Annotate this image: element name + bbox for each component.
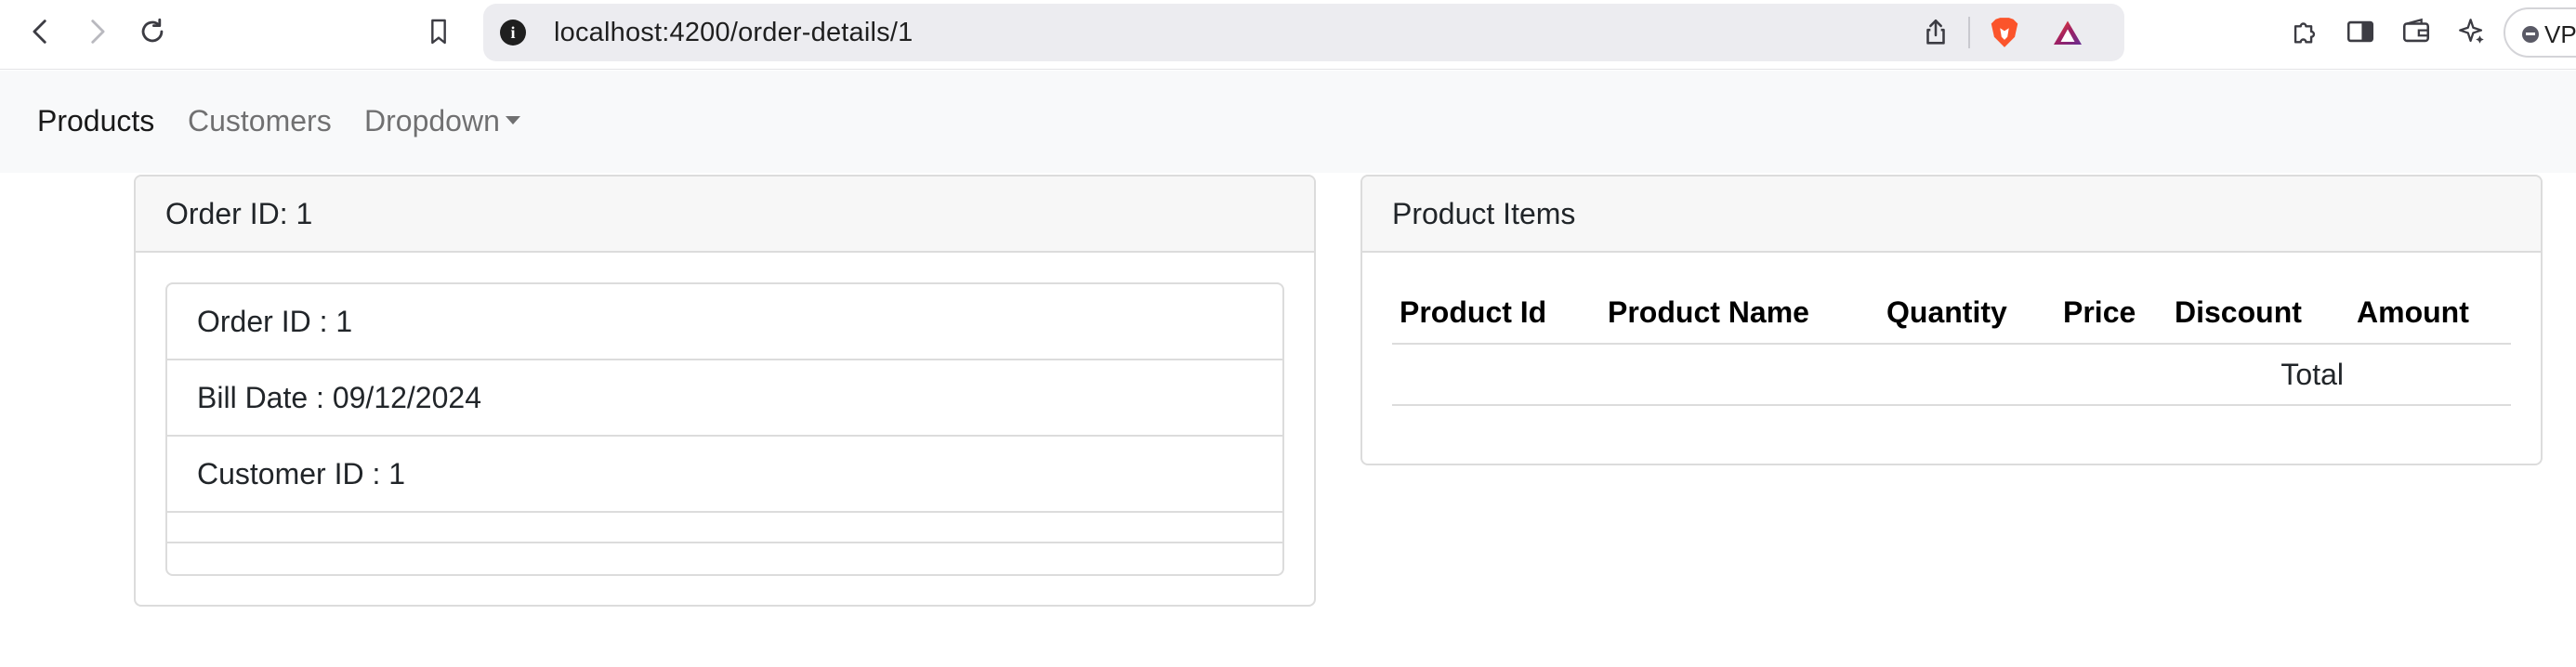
wallet-button[interactable] <box>2396 11 2437 52</box>
vpn-button[interactable]: VPN <box>2504 7 2576 58</box>
extensions-button[interactable] <box>2284 11 2325 52</box>
caret-down-icon <box>505 116 520 125</box>
empty-list-item <box>167 543 1282 574</box>
order-id-item: Order ID : 1 <box>167 284 1282 360</box>
table-cell <box>2056 344 2167 406</box>
nav-link-customers[interactable]: Customers <box>188 104 332 138</box>
table-cell <box>1600 344 1879 406</box>
address-bar[interactable]: i localhost:4200/order-details/1 <box>483 4 2124 61</box>
reload-button[interactable] <box>132 11 173 52</box>
total-label: Total <box>2167 344 2349 406</box>
column-header: Discount <box>2167 282 2349 345</box>
order-card-header: Order ID: 1 <box>136 177 1314 253</box>
table-cell <box>1392 344 1600 406</box>
bookmark-button[interactable] <box>418 11 459 52</box>
nav-dropdown-toggle[interactable]: Dropdown <box>364 104 520 138</box>
bookmark-icon <box>431 19 446 45</box>
bill-date-item: Bill Date : 09/12/2024 <box>167 360 1282 437</box>
info-icon[interactable]: i <box>500 20 526 46</box>
sidebar-icon <box>2346 20 2374 43</box>
wallet-icon <box>2402 18 2430 43</box>
total-row: Total <box>1392 344 2511 406</box>
table-cell <box>1879 344 2056 406</box>
total-value <box>2349 344 2511 406</box>
product-items-header: Product Items <box>1362 177 2541 253</box>
leo-ai-button[interactable] <box>2451 11 2492 52</box>
column-header: Price <box>2056 282 2167 345</box>
sidebar-button[interactable] <box>2340 11 2381 52</box>
order-details-list: Order ID : 1 Bill Date : 09/12/2024 Cust… <box>165 282 1284 576</box>
puzzle-icon <box>2293 22 2316 44</box>
vpn-status-icon <box>2522 26 2539 43</box>
product-items-card: Product Items Product Id Product Name Qu… <box>1360 175 2543 465</box>
sparkle-icon <box>2459 19 2484 44</box>
back-arrow-icon <box>33 20 46 44</box>
table-header-row: Product Id Product Name Quantity Price D… <box>1392 282 2511 345</box>
app-navbar: Products Customers Dropdown <box>0 71 2576 173</box>
url-text[interactable]: localhost:4200/order-details/1 <box>554 18 913 48</box>
back-button[interactable] <box>20 11 61 52</box>
brave-rewards-icon[interactable] <box>2050 17 2085 50</box>
empty-list-item <box>167 513 1282 543</box>
address-divider <box>1968 17 1970 48</box>
column-header: Amount <box>2349 282 2511 345</box>
column-header: Product Id <box>1392 282 1600 345</box>
column-header: Product Name <box>1600 282 1879 345</box>
column-header: Quantity <box>1879 282 2056 345</box>
nav-dropdown-label: Dropdown <box>364 104 500 137</box>
vpn-label: VPN <box>2544 20 2576 48</box>
browser-toolbar: i localhost:4200/order-details/1 VPN <box>0 0 2576 70</box>
nav-link-products[interactable]: Products <box>37 104 154 138</box>
order-card: Order ID: 1 Order ID : 1 Bill Date : 09/… <box>134 175 1316 607</box>
forward-button[interactable] <box>76 11 117 52</box>
reload-icon <box>141 18 164 43</box>
brave-shields-icon[interactable] <box>1987 15 2022 50</box>
forward-arrow-icon <box>91 20 105 44</box>
customer-id-item: Customer ID : 1 <box>167 437 1282 513</box>
product-items-table: Product Id Product Name Quantity Price D… <box>1392 282 2511 406</box>
share-icon[interactable] <box>1920 17 1952 48</box>
